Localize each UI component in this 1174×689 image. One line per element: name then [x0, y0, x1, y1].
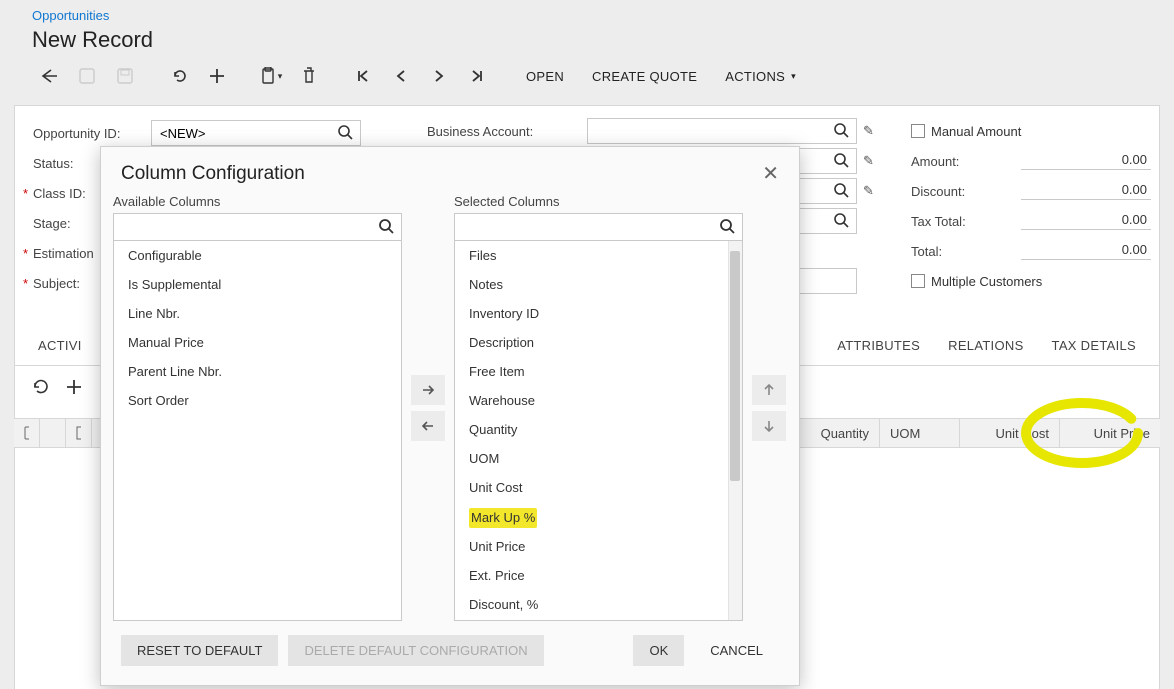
ok-button[interactable]: OK — [633, 635, 684, 666]
available-columns-label: Available Columns — [113, 194, 402, 209]
list-item[interactable]: Parent Line Nbr. — [114, 357, 401, 386]
selected-columns-label: Selected Columns — [454, 194, 743, 209]
list-item[interactable]: UOM — [455, 444, 742, 473]
list-item[interactable]: Quantity — [455, 415, 742, 444]
column-configuration-dialog: Column Configuration ✕ Available Columns… — [100, 146, 800, 686]
list-item[interactable]: Description — [455, 328, 742, 357]
scrollbar[interactable] — [728, 241, 742, 620]
list-item[interactable]: Is Supplemental — [114, 270, 401, 299]
list-item[interactable]: Configurable — [114, 241, 401, 270]
list-item[interactable]: Unit Cost — [455, 473, 742, 502]
scrollbar-thumb[interactable] — [730, 251, 740, 481]
modal-overlay: Column Configuration ✕ Available Columns… — [0, 0, 1174, 689]
move-down-icon[interactable] — [752, 411, 786, 441]
move-left-icon[interactable] — [411, 411, 445, 441]
move-right-icon[interactable] — [411, 375, 445, 405]
available-search-input[interactable] — [113, 213, 402, 241]
list-item[interactable]: Inventory ID — [455, 299, 742, 328]
selected-search-input[interactable] — [454, 213, 743, 241]
list-item[interactable]: Unit Price — [455, 532, 742, 561]
list-item[interactable]: Discount, % — [455, 590, 742, 619]
close-icon[interactable]: ✕ — [762, 161, 779, 186]
move-up-icon[interactable] — [752, 375, 786, 405]
list-item-highlighted[interactable]: Mark Up % — [469, 508, 537, 528]
list-item[interactable]: Manual Price — [114, 328, 401, 357]
cancel-button[interactable]: CANCEL — [694, 635, 779, 666]
list-item[interactable]: Ext. Price — [455, 561, 742, 590]
delete-default-config-button: DELETE DEFAULT CONFIGURATION — [288, 635, 543, 666]
list-item[interactable]: Line Nbr. — [114, 299, 401, 328]
available-columns-list[interactable]: ConfigurableIs SupplementalLine Nbr.Manu… — [113, 241, 402, 621]
list-item[interactable]: Files — [455, 241, 742, 270]
list-item[interactable]: Warehouse — [455, 386, 742, 415]
list-item[interactable]: Free Item — [455, 357, 742, 386]
list-item[interactable]: Sort Order — [114, 386, 401, 415]
selected-columns-list[interactable]: FilesNotesInventory IDDescriptionFree It… — [454, 241, 743, 621]
modal-title: Column Configuration — [121, 163, 305, 185]
list-item[interactable]: Notes — [455, 270, 742, 299]
reset-to-default-button[interactable]: RESET TO DEFAULT — [121, 635, 278, 666]
